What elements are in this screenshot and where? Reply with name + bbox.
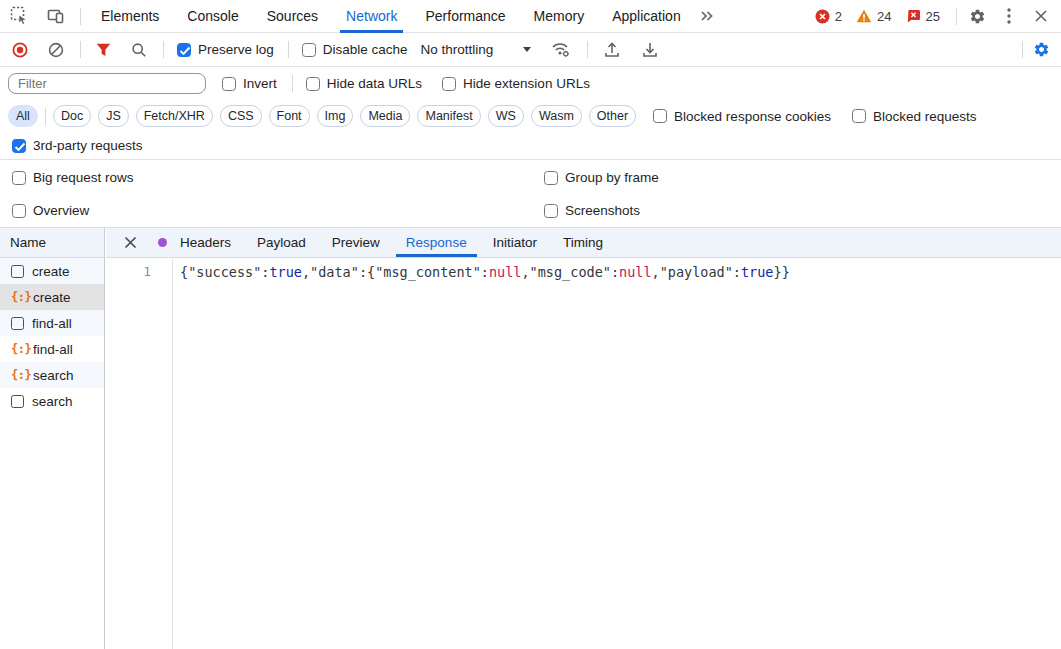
options-row-2: Overview Screenshots xyxy=(0,194,1061,227)
screenshots-checkbox[interactable]: Screenshots xyxy=(544,203,640,218)
overview-checkbox[interactable]: Overview xyxy=(12,203,89,218)
search-icon[interactable] xyxy=(127,38,151,62)
detail-tab-timing[interactable]: Timing xyxy=(550,228,616,257)
request-row[interactable]: search xyxy=(0,388,104,414)
third-party-row: 3rd-party requests xyxy=(0,132,1061,160)
network-toolbar: Preserve log Disable cache No throttling xyxy=(0,33,1061,67)
document-icon xyxy=(11,317,24,330)
blocked-response-cookies-checkbox[interactable]: Blocked response cookies xyxy=(653,109,831,124)
response-content[interactable]: {"success":true,"data":{"msg_content":nu… xyxy=(173,259,790,649)
main-tabs: ElementsConsoleSourcesNetworkPerformance… xyxy=(87,0,695,33)
filter-icon[interactable] xyxy=(91,38,115,62)
more-tabs-icon[interactable] xyxy=(695,4,719,28)
chip-wasm[interactable]: Wasm xyxy=(531,105,582,127)
filter-bar: Invert Hide data URLs Hide extension URL… xyxy=(0,67,1061,100)
big-request-rows-checkbox[interactable]: Big request rows xyxy=(12,170,134,185)
request-name: search xyxy=(32,394,73,409)
chip-font[interactable]: Font xyxy=(269,105,310,127)
settings-gear-icon[interactable] xyxy=(965,4,989,28)
group-by-frame-checkbox[interactable]: Group by frame xyxy=(544,170,659,185)
detail-tab-response[interactable]: Response xyxy=(393,228,480,257)
close-detail-icon[interactable] xyxy=(118,231,142,255)
request-row[interactable]: {:} search xyxy=(0,362,104,388)
network-request-table: Name create{:}createfind-all{:}find-all{… xyxy=(0,227,1061,649)
invert-checkbox[interactable]: Invert xyxy=(222,76,277,91)
export-har-icon[interactable] xyxy=(638,38,662,62)
line-number-gutter: 1 xyxy=(106,259,173,649)
tab-performance[interactable]: Performance xyxy=(411,0,519,33)
close-devtools-icon[interactable] xyxy=(1029,4,1053,28)
throttling-select[interactable]: No throttling xyxy=(421,42,494,57)
response-view: 1 {"success":true,"data":{"msg_content":… xyxy=(106,259,1061,649)
tab-sources[interactable]: Sources xyxy=(253,0,332,33)
hide-extension-urls-checkbox[interactable]: Hide extension URLs xyxy=(442,76,590,91)
request-name: find-all xyxy=(32,316,72,331)
fetch-icon: {:} xyxy=(11,368,25,382)
request-name: find-all xyxy=(33,342,73,357)
error-icon xyxy=(815,9,830,24)
options-row-1: Big request rows Group by frame xyxy=(0,161,1061,194)
detail-tab-headers[interactable]: Headers xyxy=(167,228,244,257)
import-har-icon[interactable] xyxy=(600,38,624,62)
devtools-window: ElementsConsoleSourcesNetworkPerformance… xyxy=(0,0,1061,649)
tab-network[interactable]: Network xyxy=(332,0,411,33)
request-row[interactable]: find-all xyxy=(0,310,104,336)
hide-data-urls-checkbox[interactable]: Hide data URLs xyxy=(306,76,422,91)
device-toolbar-icon[interactable] xyxy=(44,4,68,28)
more-options-icon[interactable] xyxy=(997,4,1021,28)
request-name-column: Name create{:}createfind-all{:}find-all{… xyxy=(0,228,105,649)
detail-tab-payload[interactable]: Payload xyxy=(244,228,319,257)
request-status-dot xyxy=(158,238,167,247)
third-party-requests-checkbox[interactable]: 3rd-party requests xyxy=(12,138,143,153)
network-conditions-icon[interactable] xyxy=(549,38,573,62)
filter-input[interactable] xyxy=(8,73,206,94)
detail-tab-preview[interactable]: Preview xyxy=(319,228,393,257)
request-row[interactable]: create xyxy=(0,258,104,284)
fetch-icon: {:} xyxy=(11,290,25,304)
chip-fetch-xhr[interactable]: Fetch/XHR xyxy=(136,105,213,127)
clear-network-log-icon[interactable] xyxy=(44,38,68,62)
chip-css[interactable]: CSS xyxy=(220,105,262,127)
tab-application[interactable]: Application xyxy=(598,0,695,33)
document-icon xyxy=(11,395,24,408)
chip-all[interactable]: All xyxy=(8,105,38,127)
request-name: create xyxy=(32,264,70,279)
throttling-dropdown-arrow-icon[interactable] xyxy=(523,47,531,52)
resource-chips-row: All Doc JS Fetch/XHR CSS Font Img Media Manifest… xyxy=(0,100,1061,132)
inspect-element-icon[interactable] xyxy=(8,4,32,28)
request-row[interactable]: {:} create xyxy=(0,284,104,310)
fetch-icon: {:} xyxy=(11,342,25,356)
request-name: search xyxy=(33,368,74,383)
chip-ws[interactable]: WS xyxy=(488,105,524,127)
blocked-requests-checkbox[interactable]: Blocked requests xyxy=(852,109,977,124)
chip-js[interactable]: JS xyxy=(98,105,129,127)
document-icon xyxy=(11,265,24,278)
request-row[interactable]: {:} find-all xyxy=(0,336,104,362)
request-detail-panel: HeadersPayloadPreviewResponseInitiatorTi… xyxy=(106,228,1061,649)
warning-badge[interactable]: 24 xyxy=(856,9,891,24)
chip-media[interactable]: Media xyxy=(360,105,410,127)
detail-tabs: HeadersPayloadPreviewResponseInitiatorTi… xyxy=(106,228,1061,258)
warning-icon xyxy=(856,9,872,23)
preserve-log-checkbox[interactable]: Preserve log xyxy=(177,42,274,57)
issues-icon xyxy=(906,9,921,23)
error-badge[interactable]: 2 xyxy=(815,9,842,24)
main-tab-bar: ElementsConsoleSourcesNetworkPerformance… xyxy=(0,0,1061,33)
network-settings-gear-icon[interactable] xyxy=(1029,38,1053,62)
detail-tab-initiator[interactable]: Initiator xyxy=(480,228,550,257)
tab-console[interactable]: Console xyxy=(173,0,252,33)
tab-memory[interactable]: Memory xyxy=(520,0,599,33)
disable-cache-checkbox[interactable]: Disable cache xyxy=(302,42,408,57)
chip-other[interactable]: Other xyxy=(589,105,636,127)
request-name: create xyxy=(33,290,71,305)
chip-manifest[interactable]: Manifest xyxy=(417,105,480,127)
chip-img[interactable]: Img xyxy=(317,105,354,127)
chip-doc[interactable]: Doc xyxy=(53,105,91,127)
issues-badge[interactable]: 25 xyxy=(906,9,940,24)
record-network-log-icon[interactable] xyxy=(8,38,32,62)
tab-elements[interactable]: Elements xyxy=(87,0,173,33)
name-column-header[interactable]: Name xyxy=(0,228,104,258)
